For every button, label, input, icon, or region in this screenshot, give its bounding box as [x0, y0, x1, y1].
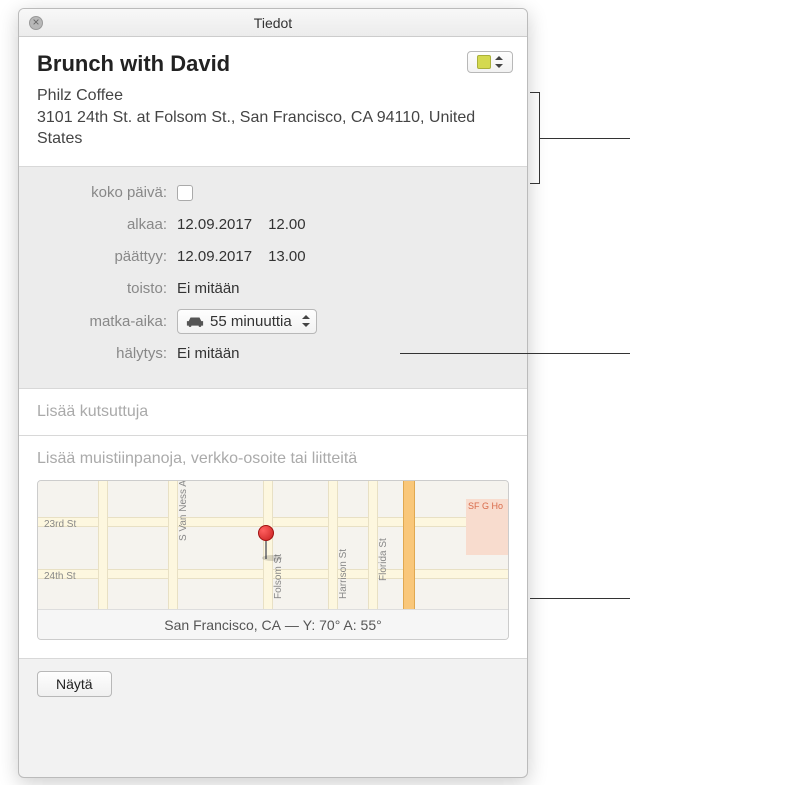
street-label: Florida St [378, 538, 389, 581]
repeat-label: toisto: [37, 280, 177, 297]
callout-line [540, 138, 630, 139]
chevron-updown-icon [495, 56, 503, 68]
travel-time-row: matka-aika: 55 minuuttia [37, 309, 509, 334]
ends-date[interactable]: 12.09.2017 [177, 248, 252, 265]
notes-placeholder[interactable]: Lisää muistiinpanoja, verkko-osoite tai … [37, 450, 509, 468]
event-title[interactable]: Brunch with David [37, 51, 509, 77]
alert-value[interactable]: Ei mitään [177, 345, 240, 362]
map-location-text: San Francisco, CA [164, 617, 281, 633]
alert-label: hälytys: [37, 345, 177, 362]
callout-bracket [530, 92, 540, 184]
ends-label: päättyy: [37, 248, 177, 265]
street-label: Harrison St [338, 549, 349, 599]
street-label: S Van Ness Ave [178, 480, 189, 541]
notes-section: Lisää muistiinpanoja, verkko-osoite tai … [19, 436, 527, 658]
ends-time[interactable]: 13.00 [268, 248, 306, 265]
callout-line [530, 598, 630, 599]
all-day-label: koko päivä: [37, 184, 177, 201]
event-header: Brunch with David Philz Coffee 3101 24th… [19, 37, 527, 167]
all-day-row: koko päivä: [37, 181, 509, 205]
map-pin-icon [258, 525, 274, 559]
travel-time-value: 55 minuuttia [210, 313, 292, 330]
window-title: Tiedot [19, 15, 527, 31]
event-details-window: Tiedot Brunch with David Philz Coffee 31… [18, 8, 528, 778]
starts-row: alkaa: 12.09.2017 12.00 [37, 213, 509, 237]
location-name: Philz Coffee [37, 87, 123, 104]
car-icon [186, 315, 204, 327]
repeat-row: toisto: Ei mitään [37, 277, 509, 301]
map-visual: SF G Ho 23rd St 24th St Folsom St Harris… [38, 481, 508, 609]
travel-time-select[interactable]: 55 minuuttia [177, 309, 317, 334]
starts-time[interactable]: 12.00 [268, 216, 306, 233]
all-day-checkbox[interactable] [177, 185, 193, 201]
starts-date[interactable]: 12.09.2017 [177, 216, 252, 233]
street-label: 24th St [44, 571, 76, 582]
calendar-color-selector[interactable] [467, 51, 513, 73]
event-details-section: koko päivä: alkaa: 12.09.2017 12.00 päät… [19, 167, 527, 389]
map-weather-text: Y: 70° A: 55° [303, 617, 382, 633]
invitees-section[interactable]: Lisää kutsuttuja [19, 389, 527, 436]
titlebar: Tiedot [19, 9, 527, 37]
invitees-placeholder: Lisää kutsuttuja [37, 403, 509, 421]
callout-line [400, 353, 630, 354]
color-swatch [477, 55, 491, 69]
repeat-value[interactable]: Ei mitään [177, 280, 240, 297]
event-location[interactable]: Philz Coffee 3101 24th St. at Folsom St.… [37, 85, 509, 150]
ends-row: päättyy: 12.09.2017 13.00 [37, 245, 509, 269]
map-poi-hospital: SF G Ho [466, 499, 508, 555]
starts-label: alkaa: [37, 216, 177, 233]
bottom-bar: Näytä [19, 658, 527, 709]
travel-time-label: matka-aika: [37, 313, 177, 330]
location-address: 3101 24th St. at Folsom St., San Francis… [37, 109, 475, 148]
show-button[interactable]: Näytä [37, 671, 112, 697]
street-label: 23rd St [44, 519, 76, 530]
map-preview[interactable]: SF G Ho 23rd St 24th St Folsom St Harris… [37, 480, 509, 640]
chevron-updown-icon [302, 315, 310, 327]
map-footer: San Francisco, CA — Y: 70° A: 55° [38, 609, 508, 640]
